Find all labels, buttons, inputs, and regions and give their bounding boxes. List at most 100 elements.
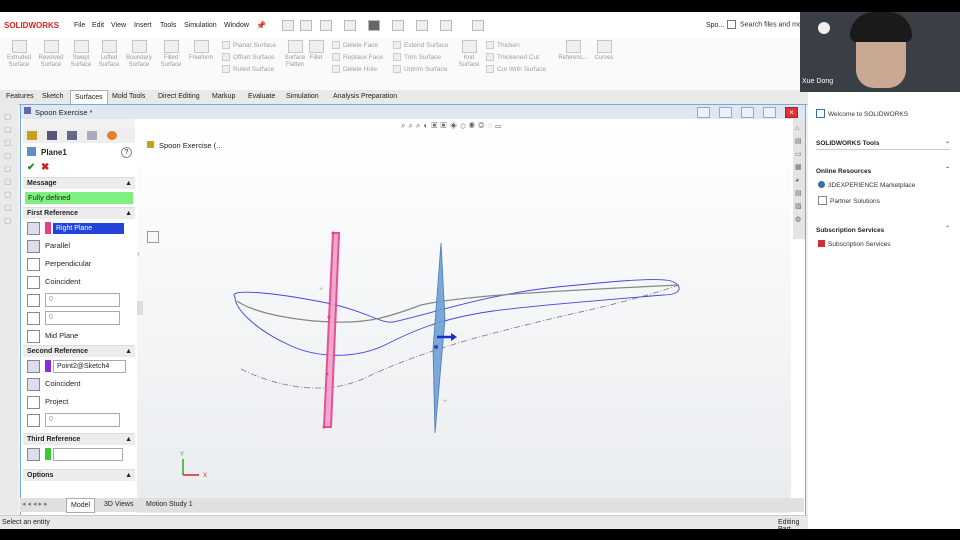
tab-mold-tools[interactable]: Mold Tools bbox=[108, 90, 149, 103]
solidworks-tools-header[interactable]: SOLIDWORKS Tools ⌄ bbox=[816, 138, 950, 150]
pin-icon[interactable]: 📌 bbox=[256, 21, 266, 30]
first-reference-selection[interactable]: Right Plane bbox=[23, 219, 135, 237]
third-reference-header[interactable]: Third Reference ▲ bbox=[23, 433, 135, 445]
tab-direct-editing[interactable]: Direct Editing bbox=[154, 90, 204, 103]
replace-face-button[interactable]: Replace Face bbox=[332, 52, 383, 64]
second-option-coincident[interactable]: Coincident bbox=[23, 375, 135, 393]
appearance-tab-icon[interactable] bbox=[107, 131, 117, 140]
menu-simulation[interactable]: Simulation bbox=[184, 22, 217, 29]
pm-collapse-bar[interactable] bbox=[23, 119, 135, 129]
offset-distance-input[interactable]: 0 bbox=[45, 293, 120, 308]
extend-surface-button[interactable]: Extend Surface bbox=[393, 40, 448, 52]
offset-surface-button[interactable]: Offset Surface bbox=[222, 52, 276, 64]
thickened-cut-button[interactable]: Thickened Cut bbox=[486, 52, 546, 64]
marketplace-link[interactable]: 3DEXPERIENCE Marketplace bbox=[818, 180, 915, 189]
lofted-surface-button[interactable]: Lofted Surface bbox=[94, 40, 124, 69]
select-icon[interactable] bbox=[416, 20, 428, 31]
cut-with-surface-button[interactable]: Cut With Surface bbox=[486, 64, 546, 76]
dimxpert-tab-icon[interactable] bbox=[87, 131, 97, 140]
tile-icon[interactable] bbox=[697, 107, 710, 118]
account-name[interactable]: Spo... bbox=[706, 22, 724, 29]
options-header[interactable]: Options ▲ bbox=[23, 469, 135, 481]
partner-solutions-link[interactable]: Partner Solutions bbox=[818, 196, 880, 206]
tab-sketch[interactable]: Sketch bbox=[38, 90, 67, 103]
menu-insert[interactable]: Insert bbox=[134, 22, 152, 29]
open-icon[interactable] bbox=[320, 20, 332, 31]
splitter-handle[interactable] bbox=[137, 301, 143, 315]
cancel-x-icon[interactable]: ✖ bbox=[41, 162, 49, 173]
ruled-surface-button[interactable]: Ruled Surface bbox=[222, 64, 276, 76]
home-icon[interactable] bbox=[282, 20, 294, 31]
subscription-services-header[interactable]: Subscription Services ⌃ bbox=[816, 225, 950, 234]
ok-check-icon[interactable]: ✔ bbox=[27, 162, 35, 173]
third-reference-selection[interactable] bbox=[23, 445, 135, 463]
freeform-button[interactable]: Freeform bbox=[186, 40, 216, 62]
reference-geometry-button[interactable]: Referenc... bbox=[556, 40, 590, 62]
save-icon[interactable] bbox=[344, 20, 356, 31]
trim-surface-button[interactable]: Trim Surface bbox=[393, 52, 448, 64]
tab-3d-views[interactable]: 3D Views bbox=[100, 498, 137, 511]
menu-edit[interactable]: Edit bbox=[92, 22, 104, 29]
property-manager-tab-icon[interactable] bbox=[47, 131, 57, 140]
minimize-icon[interactable] bbox=[741, 107, 754, 118]
second-reference-selection[interactable]: Point2@Sketch4 bbox=[23, 357, 135, 375]
tab-evaluate[interactable]: Evaluate bbox=[244, 90, 279, 103]
tab-markup[interactable]: Markup bbox=[208, 90, 239, 103]
boundary-surface-button[interactable]: Boundary Surface bbox=[124, 40, 154, 69]
option-perpendicular[interactable]: Perpendicular bbox=[23, 255, 135, 273]
second-distance-input[interactable]: 0 bbox=[45, 413, 120, 428]
online-resources-header[interactable]: Online Resources ⌃ bbox=[816, 166, 950, 175]
menu-view[interactable]: View bbox=[111, 22, 126, 29]
knit-surface-button[interactable]: Knit Surface bbox=[454, 40, 484, 69]
configuration-tab-icon[interactable] bbox=[67, 131, 77, 140]
print-icon[interactable] bbox=[368, 20, 380, 31]
expand-arrow-icon[interactable]: › bbox=[137, 249, 140, 258]
first-reference-header[interactable]: First Reference ▲ bbox=[23, 207, 135, 219]
option-mid-plane[interactable]: Mid Plane bbox=[23, 327, 135, 345]
menu-tools[interactable]: Tools bbox=[160, 22, 176, 29]
help-icon[interactable]: ? bbox=[121, 147, 132, 158]
message-section-header[interactable]: Message ▲ bbox=[23, 177, 135, 189]
task-pane-icons[interactable]: ⌂ ▤ ▭ ▦ ◕ ▤ ▨ ◍ bbox=[795, 122, 803, 226]
filled-surface-button[interactable]: Filled Surface bbox=[156, 40, 186, 69]
menu-file[interactable]: File bbox=[74, 22, 85, 29]
second-reference-field[interactable]: Point2@Sketch4 bbox=[53, 359, 126, 373]
cascade-icon[interactable] bbox=[719, 107, 732, 118]
feature-manager-tab-icon[interactable] bbox=[27, 131, 37, 140]
graphics-viewport[interactable]: Spoon Exercise (... ⌕⌕⌕◐▣▣◈⊙◉◎◌▭ + + X Y… bbox=[137, 119, 791, 513]
new-file-icon[interactable] bbox=[300, 20, 312, 31]
tab-motion-study[interactable]: Motion Study 1 bbox=[142, 498, 197, 511]
swept-surface-button[interactable]: Swept Surface bbox=[66, 40, 96, 69]
untrim-surface-button[interactable]: Untrim Surface bbox=[393, 64, 448, 76]
undo-icon[interactable] bbox=[392, 20, 404, 31]
planar-surface-button[interactable]: Planar Surface bbox=[222, 40, 276, 52]
extruded-surface-button[interactable]: Extruded Surface bbox=[4, 40, 34, 69]
menu-window[interactable]: Window bbox=[224, 22, 249, 29]
thicken-button[interactable]: Thicken bbox=[486, 40, 546, 52]
left-toolbar-icons[interactable]: ▢ ▢ ▢ ▢ ▢ ▢ ▢ ▢ ▢ bbox=[4, 110, 14, 227]
tab-nav-arrows-icon[interactable]: ◂◂◂▸▸ bbox=[22, 500, 50, 508]
angle-input[interactable]: 0 bbox=[45, 311, 120, 326]
option-project[interactable]: Project bbox=[23, 393, 135, 411]
delete-face-button[interactable]: Delete Face bbox=[332, 40, 383, 52]
collapse-tree-icon[interactable] bbox=[147, 231, 159, 243]
option-parallel[interactable]: Parallel bbox=[23, 237, 135, 255]
third-reference-field[interactable] bbox=[53, 447, 123, 461]
tab-features[interactable]: Features bbox=[2, 90, 38, 103]
tab-analysis-preparation[interactable]: Analysis Preparation bbox=[329, 90, 401, 103]
subscription-services-link[interactable]: Subscription Services bbox=[818, 239, 891, 248]
options-gear-icon[interactable] bbox=[472, 20, 484, 31]
first-reference-field[interactable]: Right Plane bbox=[53, 222, 124, 234]
search-box[interactable]: Search files and mo bbox=[727, 20, 807, 32]
fillet-button[interactable]: Fillet bbox=[304, 40, 328, 62]
second-reference-header[interactable]: Second Reference ▲ bbox=[23, 345, 135, 357]
tab-simulation[interactable]: Simulation bbox=[282, 90, 323, 103]
close-icon[interactable]: × bbox=[785, 107, 798, 118]
maximize-icon[interactable] bbox=[763, 107, 776, 118]
tab-surfaces[interactable]: Surfaces bbox=[70, 90, 108, 104]
welcome-link[interactable]: Welcome to SOLIDWORKS bbox=[816, 109, 908, 119]
revolved-surface-button[interactable]: Revolved Surface bbox=[36, 40, 66, 69]
delete-hole-button[interactable]: Delete Hole bbox=[332, 64, 383, 76]
tab-model[interactable]: Model bbox=[66, 498, 96, 513]
rebuild-icon[interactable] bbox=[440, 20, 452, 31]
